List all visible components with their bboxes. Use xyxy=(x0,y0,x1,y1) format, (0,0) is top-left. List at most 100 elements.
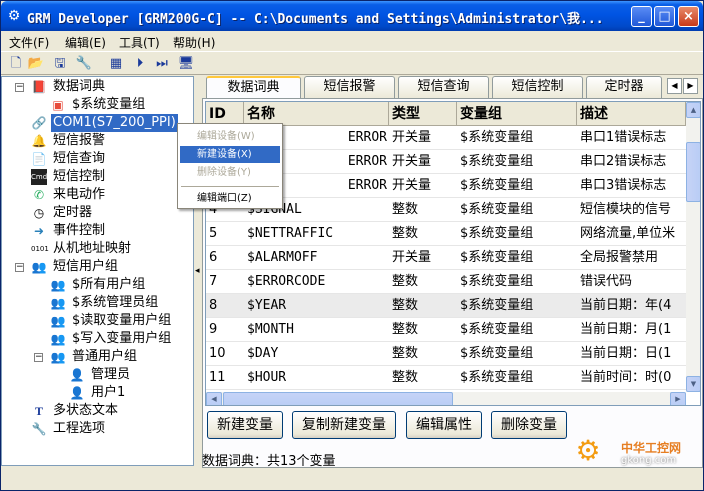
menu-bar: 文件(F) 编辑(E) 工具(T) 帮助(H) xyxy=(1,31,703,51)
horizontal-scroll-thumb[interactable] xyxy=(223,392,453,405)
cell-group: $系统变量组 xyxy=(460,346,534,361)
menu-edit[interactable]: 编辑(E) xyxy=(65,34,106,51)
cell-desc: 当前日期：月(1 xyxy=(580,322,672,337)
menu-item-edit-port[interactable]: 编辑端口(Z) xyxy=(180,190,280,207)
book-icon: 📕 xyxy=(31,80,47,94)
scroll-up-icon[interactable]: ▲ xyxy=(686,102,700,118)
cell-desc: 串口1错误标志 xyxy=(580,130,667,145)
cmd-icon: Cmd xyxy=(31,169,47,185)
menu-item-delete-device: 删除设备(Y) xyxy=(197,167,251,178)
collapse-icon[interactable]: − xyxy=(15,83,24,92)
users-icon: 👥 xyxy=(50,278,66,292)
minimize-button[interactable]: _ xyxy=(631,6,652,27)
cell-group: $系统变量组 xyxy=(460,226,534,241)
maximize-button[interactable]: □ xyxy=(654,6,675,27)
title-bar[interactable]: ⚙ GRM Developer [GRM200G-C] -- C:\Docume… xyxy=(1,1,703,31)
table-row[interactable]: 5 $NETTRAFFIC 整数 $系统变量组 网络流量,单位米 xyxy=(206,222,686,246)
menu-item-edit-device: 编辑设备(W) xyxy=(197,131,255,142)
vertical-scrollbar[interactable]: ▲ ▼ xyxy=(686,102,700,392)
tab-strip: 数据词典 短信报警 短信查询 短信控制 定时器 ◀ ▶ xyxy=(202,76,703,99)
cell-name: $NETTRAFFIC xyxy=(247,226,334,241)
menu-tools[interactable]: 工具(T) xyxy=(119,34,160,51)
cell-name: $YEAR xyxy=(247,298,287,313)
text-icon: T xyxy=(34,404,43,418)
collapse-icon[interactable]: − xyxy=(15,263,24,272)
menu-help[interactable]: 帮助(H) xyxy=(173,34,215,51)
tab-sms-query[interactable]: 短信查询 xyxy=(398,76,489,98)
cell-type: 整数 xyxy=(392,346,419,361)
table-row[interactable]: 9 $MONTH 整数 $系统变量组 当前日期：月(1 xyxy=(206,318,686,342)
menu-item-new-device[interactable]: 新建设备(X) xyxy=(180,146,280,163)
cell-group: $系统变量组 xyxy=(460,202,534,217)
cell-name: $ALARMOFF xyxy=(247,250,318,265)
cell-desc: 当前时间：时(0 xyxy=(580,370,672,385)
new-file-icon[interactable]: 🗋 xyxy=(7,55,25,72)
context-menu: 编辑设备(W) 新建设备(X) 删除设备(Y) 编辑端口(Z) xyxy=(177,123,283,209)
cell-desc: 串口2错误标志 xyxy=(580,154,667,169)
tab-sms-control[interactable]: 短信控制 xyxy=(492,76,583,98)
cell-type: 开关量 xyxy=(392,130,432,145)
table-row[interactable]: 7 $ERRORCODE 整数 $系统变量组 错误代码 xyxy=(206,270,686,294)
col-header-desc[interactable]: 描述 xyxy=(577,102,686,126)
table-row[interactable]: 11 $HOUR 整数 $系统变量组 当前时间：时(0 xyxy=(206,366,686,390)
cell-id: 7 xyxy=(209,274,218,289)
watermark-url: gkong.com xyxy=(621,455,677,466)
horizontal-scrollbar[interactable]: ◀ ▶ xyxy=(206,392,686,405)
cell-desc: 串口3错误标志 xyxy=(580,178,667,193)
menu-file[interactable]: 文件(F) xyxy=(9,34,49,51)
table-row[interactable]: 10 $DAY 整数 $系统变量组 当前日期：日(1 xyxy=(206,342,686,366)
open-folder-icon[interactable]: 📂 xyxy=(27,55,45,72)
cell-group: $系统变量组 xyxy=(460,322,534,337)
cell-desc: 全局报警禁用 xyxy=(580,250,659,265)
user-icon: 👤 xyxy=(69,368,85,382)
cell-id: 6 xyxy=(209,250,218,265)
delete-variable-button[interactable]: 删除变量 xyxy=(491,411,567,439)
collapse-icon[interactable]: − xyxy=(34,353,43,362)
tab-data-dictionary[interactable]: 数据词典 xyxy=(206,76,301,99)
variable-group-icon: ▣ xyxy=(52,98,64,112)
vertical-scroll-thumb[interactable] xyxy=(686,142,700,202)
monitor-icon[interactable]: 🖥 xyxy=(177,55,195,72)
user-icon: 👤 xyxy=(69,386,85,400)
cell-type: 整数 xyxy=(392,274,419,289)
cell-type: 开关量 xyxy=(392,250,432,265)
calendar-icon[interactable]: ▦ xyxy=(107,55,125,72)
cell-type: 整数 xyxy=(392,322,419,337)
cell-type: 整数 xyxy=(392,298,419,313)
users-icon: 👥 xyxy=(50,350,66,364)
tab-scroll-right-icon[interactable]: ▶ xyxy=(683,78,698,94)
cell-type: 整数 xyxy=(392,202,419,217)
cell-type: 开关量 xyxy=(392,178,432,193)
cell-id: 9 xyxy=(209,322,218,337)
watermark: ⚙ 中华工控网 gkong.com xyxy=(573,434,703,474)
cell-group: $系统变量组 xyxy=(460,130,534,145)
tab-sms-alarm[interactable]: 短信报警 xyxy=(304,76,395,98)
new-variable-button[interactable]: 新建变量 xyxy=(207,411,283,439)
table-row[interactable]: 6 $ALARMOFF 开关量 $系统变量组 全局报警禁用 xyxy=(206,246,686,270)
copy-new-variable-button[interactable]: 复制新建变量 xyxy=(292,411,396,439)
collapse-left-icon[interactable]: ◂ xyxy=(195,266,200,276)
upload-icon[interactable]: ⏭ xyxy=(153,55,171,72)
scroll-right-icon[interactable]: ▶ xyxy=(670,392,686,405)
wrench-icon[interactable]: 🔧 xyxy=(75,55,93,72)
cell-group: $系统变量组 xyxy=(460,154,534,169)
edit-properties-button[interactable]: 编辑属性 xyxy=(406,411,482,439)
close-button[interactable]: × xyxy=(678,6,699,27)
table-row[interactable]: 8 $YEAR 整数 $系统变量组 当前日期：年(4 xyxy=(206,294,686,318)
cell-desc: 当前日期：年(4 xyxy=(580,298,672,313)
cell-group: $系统变量组 xyxy=(460,274,534,289)
col-header-type[interactable]: 类型 xyxy=(389,102,457,126)
cell-type: 开关量 xyxy=(392,154,432,169)
application-window: ⚙ GRM Developer [GRM200G-C] -- C:\Docume… xyxy=(0,0,704,491)
cell-name: $HOUR xyxy=(247,370,287,385)
download-icon[interactable]: ⏵ xyxy=(131,55,149,72)
save-icon[interactable]: 🖫 xyxy=(51,55,69,72)
cell-name: $MONTH xyxy=(247,322,294,337)
scroll-left-icon[interactable]: ◀ xyxy=(206,392,222,405)
tab-scroll-left-icon[interactable]: ◀ xyxy=(667,78,682,94)
scroll-down-icon[interactable]: ▼ xyxy=(686,376,700,392)
project-tree[interactable]: − 📕 数据词典 ▣ $系统变量组 🔗 COM1(S7_200_PPI) 🔔 短… xyxy=(1,76,194,466)
col-header-group[interactable]: 变量组 xyxy=(457,102,577,126)
address-icon: 0101 xyxy=(31,245,49,253)
tab-timer[interactable]: 定时器 xyxy=(586,76,662,98)
